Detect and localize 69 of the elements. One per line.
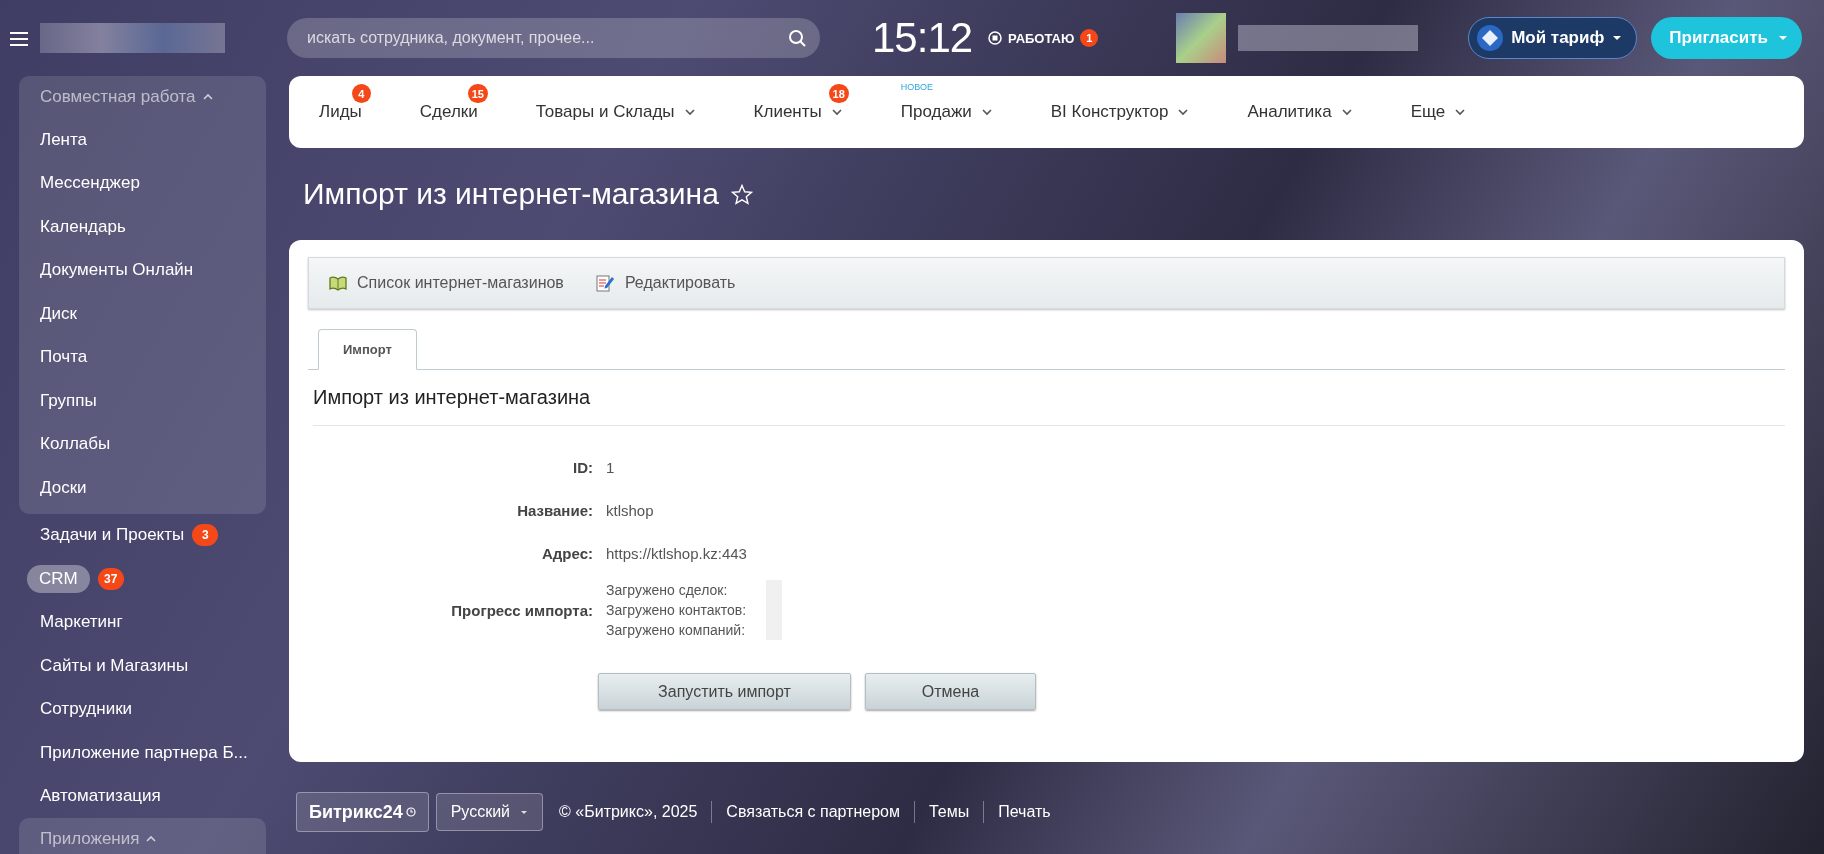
tab[interactable]: Импорт — [318, 329, 417, 370]
toolbar-link[interactable]: Редактировать — [624, 274, 736, 292]
footer-link[interactable]: Печать — [983, 801, 1065, 823]
count-badge: 4 — [351, 84, 371, 103]
star-icon[interactable] — [730, 183, 753, 205]
sidebar-item[interactable]: Доски — [40, 477, 87, 498]
sidebar-item[interactable]: Документы Онлайн — [40, 260, 194, 281]
section-title: Импорт из интернет-магазина — [313, 370, 1785, 426]
work-status[interactable]: РАБОТАЮ — [1008, 30, 1075, 46]
menu-icon[interactable] — [10, 30, 28, 46]
count-badge: 15 — [467, 84, 488, 103]
sidebar-item[interactable]: Коллабы — [40, 434, 111, 455]
blurred-avatar — [1176, 13, 1227, 63]
sidebar-item[interactable]: Приложение партнера Б... — [40, 742, 248, 763]
sidebar-item[interactable]: Сайты и Магазины — [40, 655, 189, 676]
count-badge: 37 — [97, 567, 124, 590]
toolbar-link[interactable]: Список интернет-магазинов — [357, 274, 564, 292]
sidebar-item[interactable]: Маркетинг — [40, 612, 123, 633]
count-badge: 3 — [192, 524, 219, 547]
field-value: https://ktlshop.kz:443 — [606, 545, 747, 562]
field-label: Прогресс импорта: — [451, 601, 593, 619]
stop-icon — [988, 31, 1003, 45]
cancel-button[interactable]: Отмена — [865, 673, 1036, 710]
nav-tab[interactable]: Товары и Склады — [535, 102, 675, 122]
clock-icon — [405, 807, 416, 817]
sidebar-item[interactable]: Задачи и Проекты — [40, 525, 185, 546]
sidebar-item[interactable]: Автоматизация — [40, 786, 161, 807]
search-icon — [788, 29, 806, 47]
clock-time: 15:12 — [872, 14, 973, 62]
footer-link[interactable]: Связаться с партнером — [711, 801, 914, 823]
field-value: 1 — [606, 459, 615, 476]
notepad-pencil-icon — [595, 274, 615, 292]
count-badge: 18 — [828, 84, 849, 103]
caret-icon — [1778, 35, 1788, 41]
start-import-button[interactable]: Запустить импорт — [598, 673, 851, 710]
copyright-text: © «Битрикс», 2025 — [559, 803, 698, 821]
nav-tab[interactable]: BI Конструктор — [1050, 102, 1169, 122]
count-badge: 1 — [1080, 29, 1099, 47]
caret-icon — [520, 809, 529, 815]
language-select[interactable]: Русский — [435, 793, 544, 831]
new-label: НОВОЕ — [900, 82, 933, 92]
book-icon — [329, 275, 347, 291]
nav-tab[interactable]: Еще — [1410, 102, 1446, 122]
sidebar-item[interactable]: Почта — [40, 347, 88, 368]
sidebar-item[interactable]: CRM — [27, 564, 90, 593]
nav-tab[interactable]: Аналитика — [1247, 102, 1332, 122]
progress-text: Загружено контактов: — [606, 602, 748, 618]
sidebar-item[interactable]: Лента — [40, 129, 88, 150]
sidebar-item[interactable]: Диск — [40, 303, 77, 324]
nav-tab[interactable]: Сделки — [419, 102, 478, 122]
page-title: Импорт из интернет-магазина — [303, 177, 719, 211]
sidebar-item[interactable]: Сотрудники — [40, 699, 133, 720]
footer-link[interactable]: Темы — [913, 801, 984, 823]
nav-tab[interactable]: Лиды — [319, 102, 362, 122]
field-value: ktlshop — [606, 502, 654, 519]
group-header[interactable]: Совместная работа — [40, 87, 196, 107]
tariff-button[interactable]: Мой тариф — [1468, 17, 1638, 59]
sidebar-item[interactable]: Группы — [40, 390, 97, 411]
caret-icon — [1612, 35, 1623, 41]
nav-tab[interactable]: Продажи — [900, 102, 972, 122]
progress-text: Загружено компаний: — [606, 622, 746, 638]
sidebar-item[interactable]: Календарь — [40, 216, 126, 237]
progress-text: Загружено сделок: — [606, 582, 729, 598]
logo-button[interactable]: Битрикс24 — [296, 792, 429, 832]
field-label: Название: — [517, 502, 593, 519]
nav-tab[interactable]: Клиенты — [753, 102, 822, 122]
field-label: Адрес: — [542, 545, 593, 562]
sidebar-item[interactable]: Мессенджер — [40, 173, 140, 194]
field-label: ID: — [573, 459, 593, 476]
